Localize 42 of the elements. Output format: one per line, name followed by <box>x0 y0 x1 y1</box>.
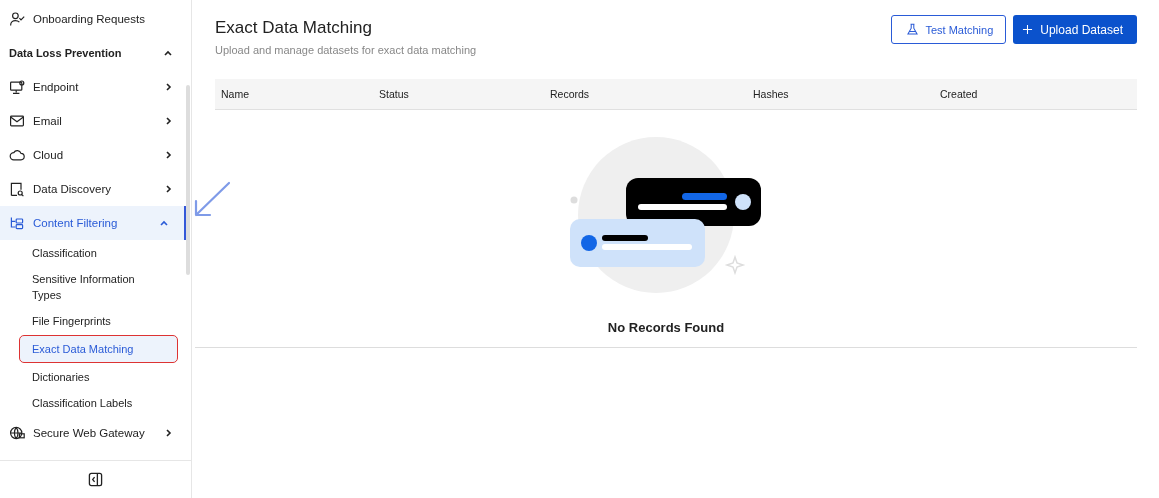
cloud-icon <box>9 147 25 163</box>
column-header[interactable]: Name <box>221 88 249 100</box>
section-header[interactable]: Data Loss Prevention <box>0 36 191 70</box>
submenu-item[interactable]: File Fingerprints <box>0 308 191 334</box>
chevron-right-icon <box>163 428 173 438</box>
submenu-item[interactable]: Dictionaries <box>0 364 191 390</box>
chevron-up-icon <box>163 48 173 58</box>
chevron-right-icon <box>163 82 173 92</box>
test-button[interactable]: Test Matching <box>891 15 1007 44</box>
column-header[interactable]: Records <box>550 88 590 100</box>
envelope-icon <box>9 113 25 129</box>
globe-icon <box>9 425 25 441</box>
submenu-item[interactable]: Sensitive Information Types <box>0 266 191 308</box>
submenu-item[interactable]: Classification Labels <box>0 390 191 416</box>
sidebar-item[interactable]: Endpoint <box>0 70 191 104</box>
page-subtitle: Upload and manage datasets for exact data matching <box>215 44 477 56</box>
person-check-icon <box>9 11 25 27</box>
tree-icon <box>9 215 25 231</box>
column-header[interactable]: Status <box>379 88 409 100</box>
pointer-arrow <box>192 181 232 219</box>
column-header[interactable]: Created <box>940 88 978 100</box>
chevron-right-icon <box>163 116 173 126</box>
submenu-item[interactable]: Exact Data Matching <box>20 336 177 362</box>
upload-button[interactable]: Upload Dataset <box>1013 15 1137 44</box>
document-search-icon <box>9 181 25 197</box>
sidebar-item[interactable]: Data Discovery <box>0 172 191 206</box>
chevron-up-icon <box>159 218 169 228</box>
collapse-sidebar-icon[interactable] <box>88 472 103 487</box>
submenu-item[interactable]: Classification <box>0 240 191 266</box>
sidebar-item[interactable]: Cloud <box>0 138 191 172</box>
column-header[interactable]: Hashes <box>753 88 789 100</box>
sidebar-item[interactable]: Secure Web Gateway <box>0 416 191 450</box>
sidebar-item[interactable]: Content Filtering <box>0 206 187 240</box>
page-title: Exact Data Matching <box>215 18 373 38</box>
sidebar-item[interactable]: Onboarding Requests <box>0 2 191 36</box>
chevron-right-icon <box>163 184 173 194</box>
chevron-right-icon <box>163 150 173 160</box>
flask-icon <box>906 23 920 36</box>
empty-message: No Records Found <box>607 320 725 335</box>
monitor-icon <box>9 79 25 95</box>
sidebar-item[interactable]: Email <box>0 104 191 138</box>
plus-icon <box>1021 23 1035 36</box>
